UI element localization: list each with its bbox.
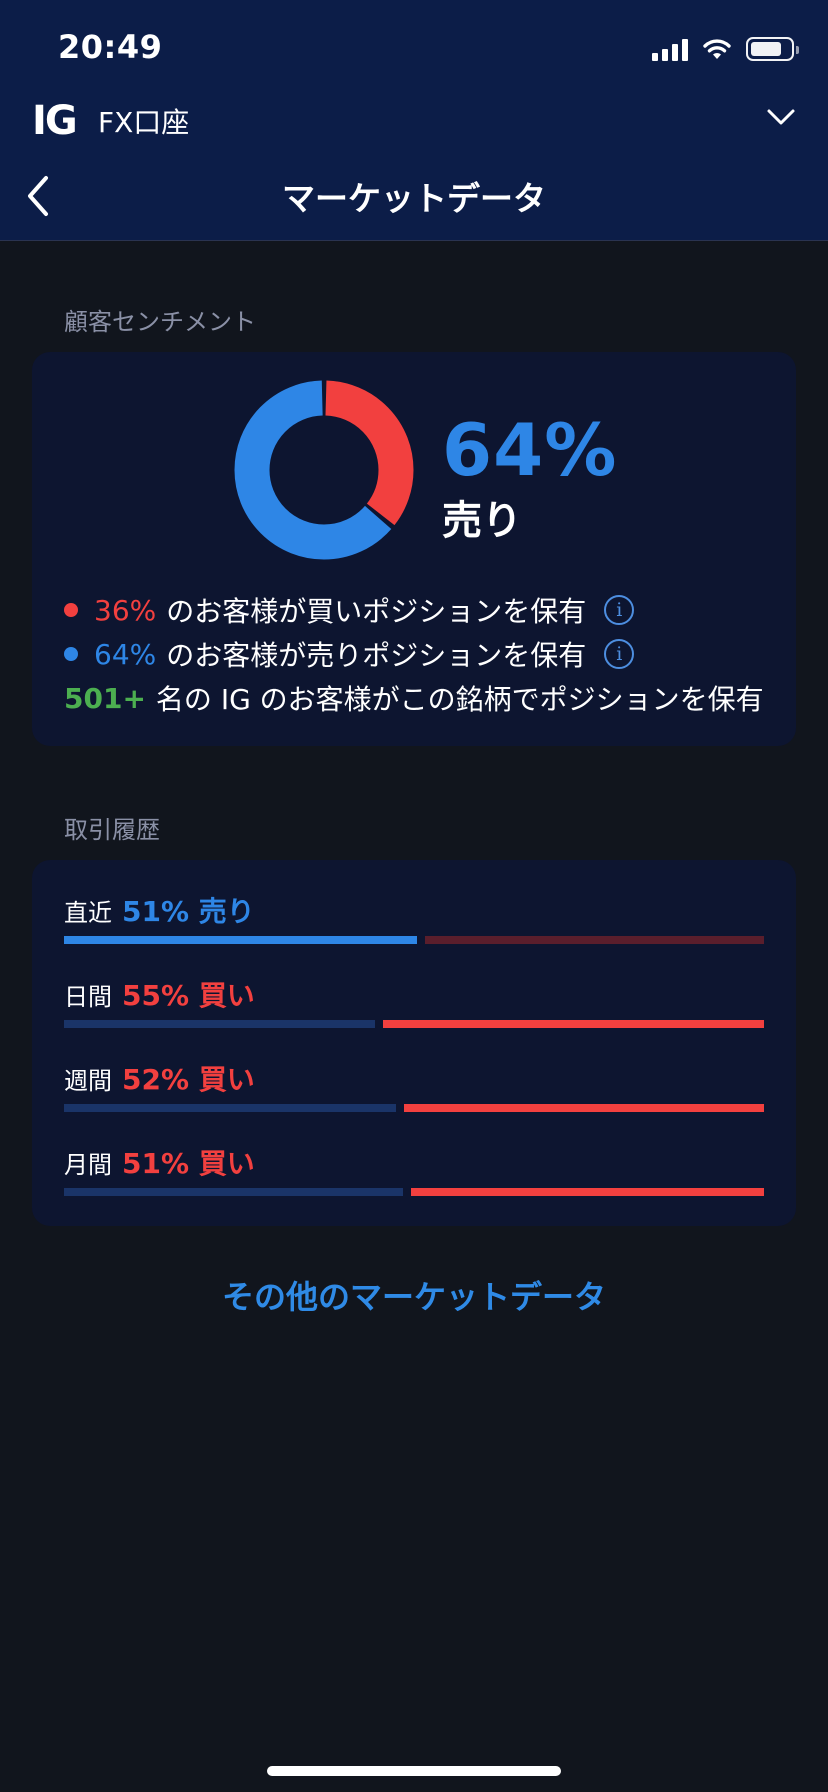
info-icon[interactable]: i — [604, 595, 635, 625]
chevron-down-icon[interactable] — [766, 102, 796, 132]
sentiment-percentage: 64% — [442, 408, 618, 492]
history-row-weekly: 週間 52% 買い — [64, 1058, 255, 1098]
client-count: 501+ — [64, 681, 146, 715]
more-market-data-link[interactable]: その他のマーケットデータ — [0, 1272, 828, 1318]
sentiment-card: 64% 売り 36% のお客様が買いポジションを保有 i 64% のお客様が売り… — [32, 352, 796, 746]
sell-legend-text: のお客様が売りポジションを保有 — [166, 639, 587, 672]
history-bar-sell — [64, 1020, 375, 1028]
sentiment-direction: 売り — [442, 498, 522, 544]
history-bar-buy — [404, 1104, 764, 1112]
sell-dot-icon — [64, 647, 78, 661]
sell-percentage: 64% — [94, 637, 157, 671]
buy-percentage: 36% — [94, 593, 157, 627]
client-count-text: 名の IG のお客様がこの銘柄でポジションを保有 — [155, 683, 764, 716]
history-row-recent: 直近 51% 売り — [64, 890, 255, 930]
history-row-daily: 日間 55% 買い — [64, 974, 255, 1014]
ig-logo: IG — [32, 98, 78, 144]
history-value: 52% 買い — [122, 1063, 255, 1096]
history-value: 51% 買い — [122, 1147, 255, 1180]
wifi-icon — [703, 39, 731, 59]
status-time: 20:49 — [58, 28, 163, 66]
buy-legend-text: のお客様が買いポジションを保有 — [166, 595, 587, 628]
buy-legend-row: 36% のお客様が買いポジションを保有 i — [64, 590, 635, 630]
status-icons — [652, 34, 799, 64]
history-value: 55% 買い — [122, 979, 255, 1012]
info-icon[interactable]: i — [604, 639, 635, 669]
history-period: 月間 — [64, 1151, 112, 1179]
account-selector-label[interactable]: FX口座 — [98, 101, 189, 141]
history-period: 日間 — [64, 983, 112, 1011]
app-header: 20:49 IG FX口座 マーケットデータ — [0, 0, 828, 241]
history-section-title: 取引履歴 — [64, 816, 160, 844]
page-title: マーケットデータ — [282, 179, 546, 218]
history-card: 直近 51% 売り 日間 55% 買い 週間 52% 買い 月間 51% 買い — [32, 860, 796, 1226]
history-value: 51% 売り — [122, 895, 255, 928]
history-period: 週間 — [64, 1067, 112, 1095]
cellular-signal-icon — [652, 37, 688, 61]
sentiment-donut-chart — [234, 380, 414, 560]
history-bar-sell — [64, 1104, 396, 1112]
history-bar-sell — [64, 936, 417, 944]
sentiment-section-title: 顧客センチメント — [64, 308, 256, 336]
history-bar-buy — [411, 1188, 764, 1196]
history-period: 直近 — [64, 899, 112, 927]
history-row-monthly: 月間 51% 買い — [64, 1142, 255, 1182]
sell-legend-row: 64% のお客様が売りポジションを保有 i — [64, 634, 635, 674]
client-count-row: 501+ 名の IG のお客様がこの銘柄でポジションを保有 — [64, 678, 764, 718]
battery-icon — [746, 37, 799, 61]
history-bar-sell — [64, 1188, 403, 1196]
history-bar-buy — [425, 936, 764, 944]
history-bar-buy — [383, 1020, 764, 1028]
home-indicator — [267, 1766, 561, 1776]
buy-dot-icon — [64, 603, 78, 617]
